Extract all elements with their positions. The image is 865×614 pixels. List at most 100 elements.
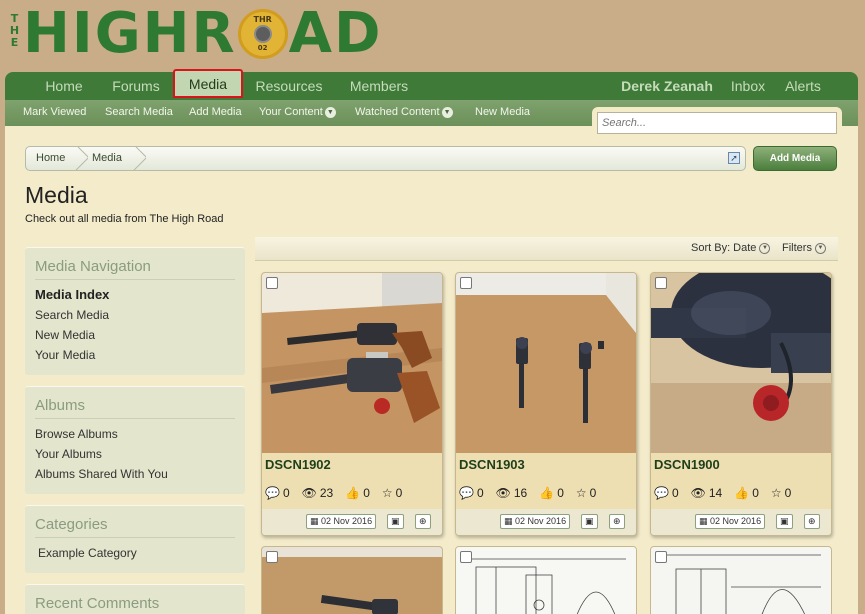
- select-checkbox[interactable]: [266, 277, 278, 289]
- logo-the-text: THE: [8, 12, 21, 48]
- add-media-button[interactable]: Add Media: [753, 146, 837, 171]
- select-checkbox[interactable]: [655, 277, 667, 289]
- page-title: Media: [25, 182, 88, 208]
- date-button[interactable]: ▦ 02 Nov 2016: [306, 514, 377, 529]
- views-count: 23: [319, 486, 334, 500]
- subnav-new-media[interactable]: New Media: [475, 100, 530, 124]
- sidebar-media-navigation: Media Navigation Media Index Search Medi…: [25, 247, 245, 375]
- logo-badge-top-text: THR: [253, 15, 272, 24]
- views-stat: 👁 16: [496, 485, 528, 501]
- views-stat: 👁 23: [302, 485, 334, 501]
- select-checkbox[interactable]: [655, 551, 667, 563]
- sidebar-item-new-media[interactable]: New Media: [25, 325, 245, 345]
- filters-dropdown[interactable]: Filters ▼: [782, 242, 827, 254]
- select-checkbox[interactable]: [266, 551, 278, 563]
- technical-drawing-image: [456, 547, 636, 614]
- comments-stat: 💬 0: [459, 485, 484, 501]
- media-card-footer: ▦ 02 Nov 2016 ▣ ⊕: [262, 509, 442, 535]
- media-date: 02 Nov 2016: [321, 516, 373, 526]
- comment-icon: 💬: [654, 486, 669, 500]
- likes-count: 0: [557, 486, 564, 500]
- breadcrumb-separator: [132, 146, 146, 171]
- divider: [35, 537, 235, 538]
- sidebar-item-your-media[interactable]: Your Media: [25, 345, 245, 365]
- zoom-icon[interactable]: ⊕: [609, 514, 625, 529]
- media-title[interactable]: DSCN1900: [654, 457, 720, 472]
- logo-word-right: AD: [288, 1, 383, 66]
- image-icon[interactable]: ▣: [581, 514, 598, 529]
- calendar-icon: ▦: [504, 516, 513, 526]
- tab-members[interactable]: Members: [343, 72, 415, 100]
- comment-icon: 💬: [459, 486, 474, 500]
- subnav-mark-viewed[interactable]: Mark Viewed: [23, 100, 86, 124]
- media-title[interactable]: DSCN1902: [265, 457, 331, 472]
- comments-count: 0: [282, 486, 290, 500]
- sidebar-item-your-albums[interactable]: Your Albums: [25, 444, 245, 464]
- sort-by-dropdown[interactable]: Sort By: Date ▼: [691, 242, 771, 254]
- media-title[interactable]: DSCN1903: [459, 457, 525, 472]
- media-card[interactable]: [650, 546, 832, 614]
- eye-icon: 👁: [690, 486, 706, 500]
- subnav-add-media[interactable]: Add Media: [189, 100, 242, 124]
- rating-count: 0: [395, 486, 403, 500]
- comments-stat: 💬 0: [265, 485, 290, 501]
- tab-resources[interactable]: Resources: [250, 72, 328, 100]
- divider: [35, 279, 235, 280]
- search-input[interactable]: [597, 112, 837, 134]
- sidebar-item-search-media[interactable]: Search Media: [25, 305, 245, 325]
- select-checkbox[interactable]: [460, 551, 472, 563]
- media-thumbnail[interactable]: [651, 273, 831, 453]
- media-card[interactable]: [261, 546, 443, 614]
- likes-stat: 👍 0: [539, 485, 564, 501]
- badge-center: [253, 25, 272, 43]
- logo-word-left: HIGHR: [23, 1, 237, 66]
- inbox-link[interactable]: Inbox: [723, 72, 773, 100]
- subnav-watched-content-label: Watched Content: [355, 106, 440, 118]
- rating-count: 0: [784, 486, 792, 500]
- sort-bar: Sort By: Date ▼ Filters ▼: [255, 237, 838, 261]
- chevron-down-icon: ▼: [324, 106, 336, 118]
- sidebar-recent-comments: Recent Comments: [25, 584, 245, 614]
- date-button[interactable]: ▦ 02 Nov 2016: [500, 514, 571, 529]
- rating-count: 0: [589, 486, 597, 500]
- breadcrumb-media[interactable]: Media: [92, 147, 122, 170]
- media-card[interactable]: DSCN1903 💬 0 👁 16 👍 0 ☆ 0 ▦ 02 Nov 2016 ▣ ⊕: [455, 272, 637, 536]
- breadcrumb: Home Media ➚: [25, 146, 746, 171]
- select-checkbox[interactable]: [460, 277, 472, 289]
- sidebar-item-browse-albums[interactable]: Browse Albums: [25, 424, 245, 444]
- site-logo[interactable]: THE HIGHR THR 02 AD: [8, 4, 382, 66]
- sidebar-item-albums-shared[interactable]: Albums Shared With You: [25, 464, 245, 484]
- sidebar-item-example-category[interactable]: Example Category: [25, 543, 245, 563]
- zoom-icon[interactable]: ⊕: [415, 514, 431, 529]
- image-icon[interactable]: ▣: [776, 514, 793, 529]
- likes-count: 0: [752, 486, 759, 500]
- jump-arrow-icon[interactable]: ➚: [728, 152, 740, 164]
- technical-drawing-image: [651, 547, 831, 614]
- rating-stat: ☆ 0: [576, 485, 596, 501]
- sidebar-item-media-index[interactable]: Media Index: [25, 285, 245, 305]
- breadcrumb-home[interactable]: Home: [36, 147, 65, 170]
- media-thumbnail[interactable]: [262, 273, 442, 453]
- subnav-watched-content[interactable]: Watched Content ▼: [355, 100, 453, 124]
- comments-stat: 💬 0: [654, 485, 679, 501]
- breadcrumb-separator: [74, 146, 88, 171]
- views-stat: 👁 14: [691, 485, 723, 501]
- tab-media[interactable]: Media: [173, 69, 243, 98]
- alerts-link[interactable]: Alerts: [778, 72, 828, 100]
- tab-home[interactable]: Home: [34, 72, 94, 100]
- media-thumbnail[interactable]: [456, 273, 636, 453]
- eye-icon: 👁: [301, 486, 317, 500]
- media-card[interactable]: DSCN1900 💬 0 👁 14 👍 0 ☆ 0 ▦ 02 Nov 2016 ▣ ⊕: [650, 272, 832, 536]
- sort-by-label: Sort By: Date: [691, 242, 757, 254]
- zoom-icon[interactable]: ⊕: [804, 514, 820, 529]
- date-button[interactable]: ▦ 02 Nov 2016: [695, 514, 766, 529]
- media-card[interactable]: DSCN1902 💬 0 👁 23 👍 0 ☆ 0 ▦ 02 Nov 2016 ▣ ⊕: [261, 272, 443, 536]
- subnav-search-media[interactable]: Search Media: [105, 100, 173, 124]
- media-card[interactable]: [455, 546, 637, 614]
- likes-count: 0: [363, 486, 370, 500]
- tab-forums[interactable]: Forums: [105, 72, 167, 100]
- user-menu[interactable]: Derek Zeanah: [617, 72, 717, 100]
- image-icon[interactable]: ▣: [387, 514, 404, 529]
- subnav-your-content[interactable]: Your Content ▼: [259, 100, 336, 124]
- sidebar-section-title: Recent Comments: [35, 595, 160, 612]
